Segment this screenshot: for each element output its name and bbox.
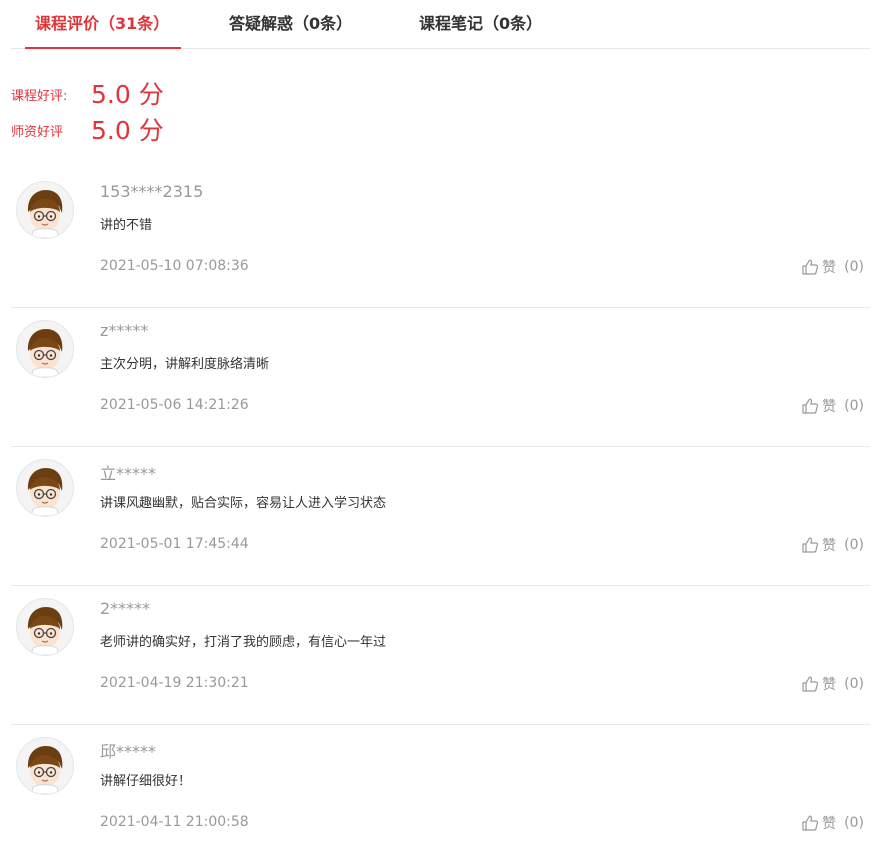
thumbs-up-icon [802,676,819,692]
comment-username: 2***** [100,599,151,618]
like-count: (0) [844,676,864,692]
comment-item: 153****2315 讲的不错 2021-05-10 07:08:36 赞 (… [11,169,870,308]
comment-item: z***** 主次分明，讲解利度脉络清晰 2021-05-06 14:21:26… [11,308,870,447]
tab-notes[interactable]: 课程笔记（0条） [419,0,542,48]
comment-list: 153****2315 讲的不错 2021-05-10 07:08:36 赞 (… [11,169,870,863]
avatar [16,598,74,656]
thumbs-up-icon [802,815,819,831]
comment-username: 立***** [100,464,157,483]
rating-summary: 课程好评: 5.0 分 师资好评 5.0 分 [0,49,874,169]
comment-text: 讲解仔细很好！ [100,774,192,789]
like-label: 赞 [822,816,837,832]
avatar [16,737,74,795]
like-count: (0) [844,815,864,831]
comment-time: 2021-05-06 14:21:26 [100,397,249,413]
avatar-icon [27,607,63,655]
avatar-icon [27,190,63,238]
tab-bar: 课程评价（31条） 答疑解惑（0条） 课程笔记（0条） [11,0,870,49]
like-button[interactable]: 赞 (0) [801,396,864,416]
like-label: 赞 [822,399,837,415]
tab-course-reviews[interactable]: 课程评价（31条） [24,0,182,49]
like-button[interactable]: 赞 (0) [801,257,864,277]
tab-qa[interactable]: 答疑解惑（0条） [229,0,352,48]
comment-time: 2021-05-01 17:45:44 [100,536,249,552]
like-button[interactable]: 赞 (0) [801,813,864,833]
comment-time: 2021-05-10 07:08:36 [100,258,249,274]
avatar [16,459,74,517]
comment-item: 邱***** 讲解仔细很好！ 2021-04-11 21:00:58 赞 (0) [11,725,870,863]
avatar [16,181,74,239]
comment-text: 讲课风趣幽默，贴合实际，容易让人进入学习状态 [100,496,387,511]
course-rating-label: 课程好评: [11,89,68,104]
comment-text: 主次分明，讲解利度脉络清晰 [100,357,270,372]
like-count: (0) [844,259,864,275]
thumbs-up-icon [802,259,819,275]
avatar-icon [27,329,63,377]
like-label: 赞 [822,260,837,276]
comment-text: 老师讲的确实好，打消了我的顾虑，有信心一年过 [100,635,387,650]
course-rating-value: 5.0 分 [91,80,164,109]
avatar [16,320,74,378]
like-label: 赞 [822,677,837,693]
like-count: (0) [844,537,864,553]
comment-username: z***** [100,321,149,340]
comment-item: 立***** 讲课风趣幽默，贴合实际，容易让人进入学习状态 2021-05-01… [11,447,870,586]
thumbs-up-icon [802,398,819,414]
comment-username: 邱***** [100,742,157,761]
avatar-icon [27,468,63,516]
teacher-rating-value: 5.0 分 [91,116,164,145]
comment-text: 讲的不错 [100,218,153,233]
like-count: (0) [844,398,864,414]
teacher-rating-label: 师资好评 [11,125,64,140]
comment-username: 153****2315 [100,182,204,201]
comment-time: 2021-04-11 21:00:58 [100,814,249,830]
comment-time: 2021-04-19 21:30:21 [100,675,249,691]
like-label: 赞 [822,538,837,554]
like-button[interactable]: 赞 (0) [801,535,864,555]
comment-item: 2***** 老师讲的确实好，打消了我的顾虑，有信心一年过 2021-04-19… [11,586,870,725]
avatar-icon [27,746,63,794]
thumbs-up-icon [802,537,819,553]
like-button[interactable]: 赞 (0) [801,674,864,694]
